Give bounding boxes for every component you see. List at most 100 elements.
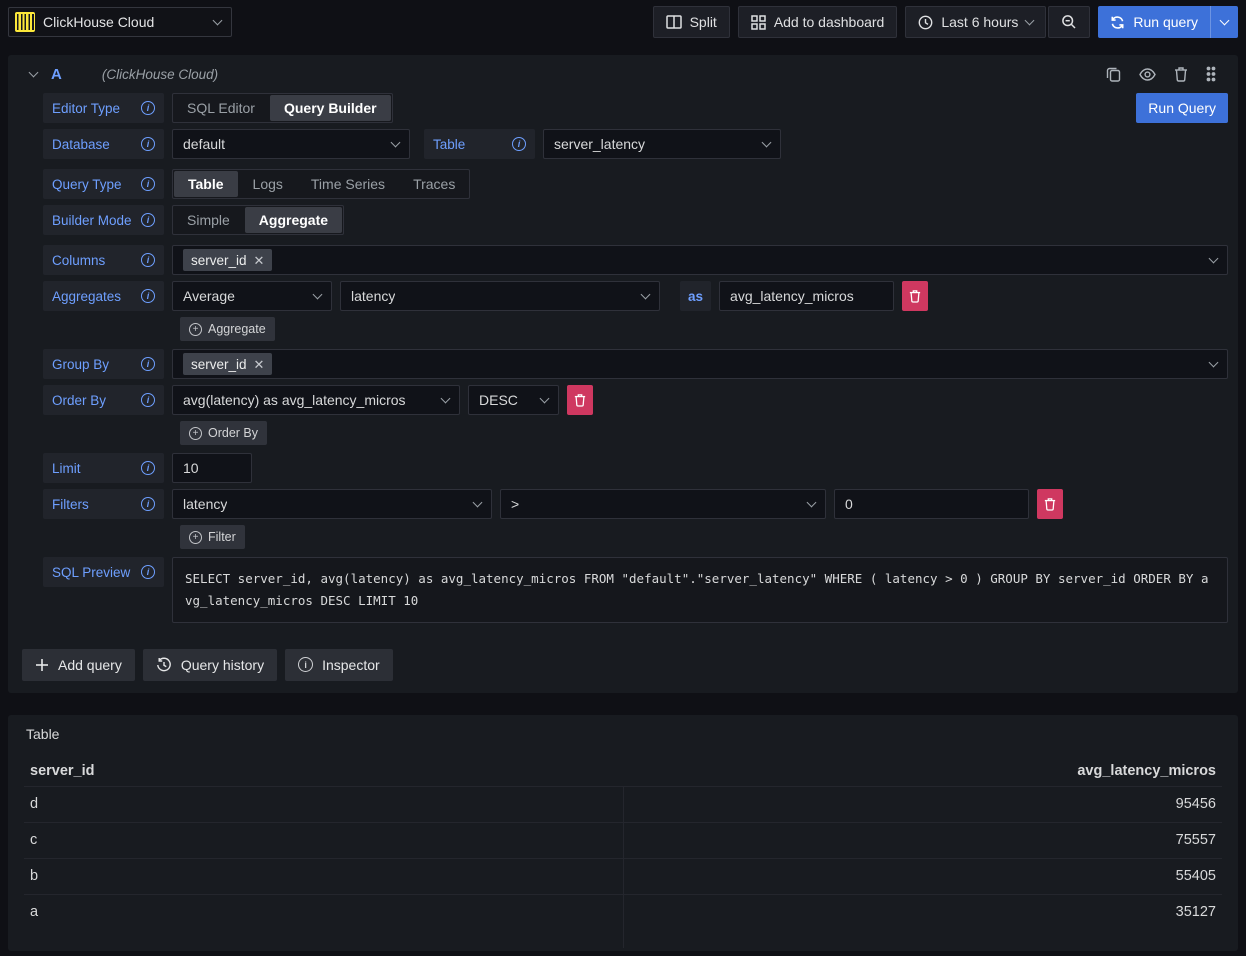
column-header-server-id[interactable]: server_id [24,756,623,786]
info-icon[interactable] [141,461,155,475]
column-header-avg-latency-micros[interactable]: avg_latency_micros [623,756,1222,786]
editor-type-sql-editor[interactable]: SQL Editor [173,94,269,122]
field-label-group-by: Group By [43,349,164,379]
run-query-button[interactable]: Run query [1098,6,1238,38]
table-cell: a [24,894,623,930]
info-icon[interactable] [141,101,155,115]
collapse-chevron-icon[interactable] [29,68,39,78]
field-label-query-type: Query Type [43,169,164,199]
columns-multiselect[interactable]: server_id [172,245,1228,275]
builder-mode-simple[interactable]: Simple [173,206,244,234]
chevron-down-icon [641,290,651,300]
aggregate-column-select[interactable]: latency [340,281,660,311]
info-icon[interactable] [141,289,155,303]
aggregate-function-select[interactable]: Average [172,281,332,311]
builder-mode-aggregate[interactable]: Aggregate [245,207,342,233]
add-aggregate-button[interactable]: Aggregate [180,317,275,341]
chevron-down-icon [213,16,223,26]
table-select[interactable]: server_latency [543,129,781,159]
trash-icon[interactable] [1174,66,1188,82]
run-query-dropdown[interactable] [1210,6,1238,38]
query-editor-panel: A (ClickHouse Cloud) Edit [8,55,1238,693]
filter-value-input[interactable]: 0 [834,489,1029,519]
editor-type-radio-group: SQL Editor Query Builder [172,93,393,123]
info-icon[interactable] [141,253,155,267]
time-range-button[interactable]: Last 6 hours [905,6,1046,38]
field-label-builder-mode: Builder Mode [43,205,164,235]
query-type-traces[interactable]: Traces [399,170,469,198]
as-label: as [680,281,711,311]
info-icon[interactable] [141,177,155,191]
datasource-picker[interactable]: ClickHouse Cloud [8,7,232,37]
info-icon[interactable] [141,357,155,371]
filter-column-select[interactable]: latency [172,489,492,519]
add-filter-button[interactable]: Filter [180,525,245,549]
trash-icon [909,289,921,303]
column-chip: server_id [183,249,272,271]
chevron-down-icon [441,394,451,404]
builder-mode-radio-group: Simple Aggregate [172,205,344,235]
info-icon[interactable] [141,213,155,227]
column-divider [623,930,1222,948]
add-to-dashboard-button[interactable]: Add to dashboard [738,6,898,38]
group-by-multiselect[interactable]: server_id [172,349,1228,379]
inspector-button[interactable]: Inspector [285,649,393,681]
info-icon[interactable] [141,393,155,407]
database-select[interactable]: default [172,129,410,159]
order-by-direction-select[interactable]: DESC [468,385,559,415]
info-icon[interactable] [141,565,155,579]
run-query-panel-button[interactable]: Run Query [1136,93,1228,123]
query-type-radio-group: Table Logs Time Series Traces [172,169,470,199]
info-icon[interactable] [141,137,155,151]
drag-handle-icon[interactable] [1206,66,1216,82]
query-datasource-hint: (ClickHouse Cloud) [102,67,1092,82]
table-cell: d [24,786,623,822]
chevron-down-icon [1209,358,1219,368]
chevron-down-icon [807,498,817,508]
remove-filter-button[interactable] [1037,489,1063,519]
remove-order-by-button[interactable] [567,385,593,415]
eye-icon[interactable] [1139,68,1156,81]
chevron-down-icon [762,138,772,148]
field-label-database: Database [43,129,164,159]
order-by-column-select[interactable]: avg(latency) as avg_latency_micros [172,385,460,415]
query-type-time-series[interactable]: Time Series [297,170,399,198]
table-cell: 95456 [623,786,1222,822]
query-ref-id[interactable]: A [51,66,62,83]
copy-icon[interactable] [1106,66,1121,82]
clock-icon [918,15,933,30]
toolbar: ClickHouse Cloud Split Add to dashboard … [0,0,1246,44]
remove-chip-icon[interactable] [254,358,265,371]
split-button[interactable]: Split [653,6,730,38]
editor-type-query-builder[interactable]: Query Builder [270,95,391,121]
table-cell: c [24,822,623,858]
field-label-order-by: Order By [43,385,164,415]
query-type-logs[interactable]: Logs [239,170,297,198]
split-icon [666,15,682,29]
aggregate-alias-input[interactable]: avg_latency_micros [719,281,894,311]
add-query-button[interactable]: Add query [22,649,135,681]
panel-title: Table [24,724,1222,756]
info-icon[interactable] [141,497,155,511]
query-editor-footer: Add query Query history Inspector [16,649,1230,681]
time-picker-group: Last 6 hours [905,6,1090,38]
query-header: A (ClickHouse Cloud) [16,55,1230,93]
table-cell: 75557 [623,822,1222,858]
query-type-table[interactable]: Table [174,171,238,197]
add-order-by-button[interactable]: Order By [180,421,267,445]
circle-plus-icon [189,323,202,336]
field-label-columns: Columns [43,245,164,275]
chevron-down-icon [540,394,550,404]
chevron-down-icon [391,138,401,148]
zoom-out-button[interactable] [1048,6,1090,38]
field-label-editor-type: Editor Type [43,93,164,123]
remove-chip-icon[interactable] [254,254,265,267]
limit-input[interactable]: 10 [172,453,252,483]
remove-aggregate-button[interactable] [902,281,928,311]
toolbar-actions: Split Add to dashboard Last 6 hours [653,6,1238,38]
info-icon[interactable] [512,137,526,151]
table-cell: b [24,858,623,894]
filter-operator-select[interactable]: > [500,489,826,519]
query-history-button[interactable]: Query history [143,649,277,681]
field-label-table: Table [424,129,535,159]
